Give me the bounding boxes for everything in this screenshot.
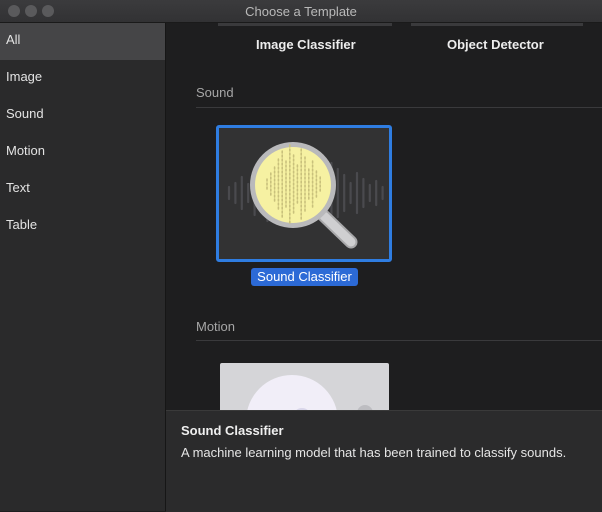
section-header-sound: Sound — [196, 85, 234, 100]
template-label-object-detector[interactable]: Object Detector — [447, 37, 544, 52]
sidebar-item-image[interactable]: Image — [0, 60, 165, 97]
window-titlebar: Choose a Template — [0, 0, 602, 23]
category-sidebar: All Image Sound Motion Text Table — [0, 23, 166, 511]
template-label-image-classifier[interactable]: Image Classifier — [256, 37, 356, 52]
info-title: Sound Classifier — [181, 423, 284, 438]
section-header-motion: Motion — [196, 319, 236, 334]
section-divider — [196, 340, 602, 341]
magnifier-waveform-icon — [227, 142, 384, 249]
object-detector-tile-edge[interactable] — [411, 23, 583, 26]
image-classifier-tile-edge[interactable] — [218, 23, 392, 26]
sidebar-item-all[interactable]: All — [0, 23, 165, 60]
section-divider — [196, 107, 602, 108]
template-info-panel: Sound Classifier A machine learning mode… — [166, 410, 602, 512]
template-tile-sound-classifier[interactable] — [216, 125, 392, 262]
sidebar-item-text[interactable]: Text — [0, 171, 165, 208]
sidebar-item-table[interactable]: Table — [0, 208, 165, 245]
sidebar-item-motion[interactable]: Motion — [0, 134, 165, 171]
info-description: A machine learning model that has been t… — [181, 445, 567, 460]
sidebar-item-sound[interactable]: Sound — [0, 97, 165, 134]
template-label-sound-classifier[interactable]: Sound Classifier — [251, 268, 358, 286]
window-title: Choose a Template — [245, 4, 357, 19]
